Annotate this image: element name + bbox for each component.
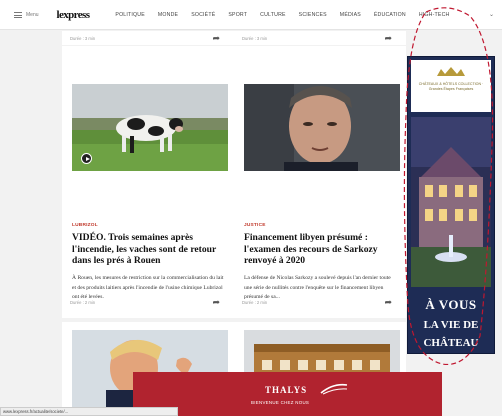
card-top-right: Durée : 3 min ➦ (234, 31, 406, 45)
sarkozy-photo (244, 84, 400, 171)
nav-item-societe[interactable]: SOCIÉTÉ (191, 12, 215, 18)
nav-item-politique[interactable]: POLITIQUE (115, 12, 144, 18)
card-duration: Durée : 3 min (70, 35, 96, 41)
card-duration: Durée : 3 min (242, 35, 268, 41)
menu-label: Menu (26, 11, 39, 18)
article-card-lubrizol[interactable]: LUBRIZOL VIDÉO. Trois semaines après l'i… (62, 46, 234, 318)
thalys-brand: THALYS (265, 385, 308, 395)
article-card-sarkozy[interactable]: JUSTICE Financement libyen présumé : l'e… (234, 46, 406, 318)
share-icon[interactable]: ➦ (384, 297, 392, 307)
play-icon[interactable] (81, 153, 92, 164)
hamburger-icon (14, 11, 22, 18)
site-logo[interactable]: lexpress (57, 9, 90, 21)
nav-item-sciences[interactable]: SCIENCES (299, 12, 327, 18)
nav-item-medias[interactable]: MÉDIAS (340, 12, 361, 18)
dashed-highlight-outline (403, 7, 494, 366)
card-meta-row: Durée : 3 min ➦ (242, 32, 392, 44)
card-meta-row: Durée : 2 min ➦ (242, 296, 392, 308)
cows-photo (72, 84, 228, 171)
thalys-swoosh-icon (320, 383, 348, 395)
share-icon[interactable]: ➦ (212, 297, 220, 307)
article-rubric[interactable]: LUBRIZOL (72, 223, 98, 228)
article-rubric[interactable]: JUSTICE (244, 223, 266, 228)
thalys-banner-ad[interactable]: THALYS BIENVENUE CHEZ NOUS (133, 372, 442, 416)
share-icon[interactable]: ➦ (384, 33, 392, 43)
article-image-sarkozy[interactable] (244, 84, 400, 171)
nav-item-sport[interactable]: SPORT (228, 12, 247, 18)
browser-status-url: www.lexpress.fr/actualite/societe/... (0, 407, 178, 416)
thalys-tagline: BIENVENUE CHEZ NOUS (251, 400, 310, 405)
card-meta-row: Durée : 2 min ➦ (70, 296, 220, 308)
article-headline[interactable]: Financement libyen présumé : l'examen de… (244, 232, 402, 267)
article-headline[interactable]: VIDÉO. Trois semaines après l'incendie, … (72, 232, 230, 267)
card-duration: Durée : 2 min (242, 299, 268, 305)
share-icon[interactable]: ➦ (212, 33, 220, 43)
card-meta-row: Durée : 3 min ➦ (70, 32, 220, 44)
nav-item-culture[interactable]: CULTURE (260, 12, 286, 18)
menu-button[interactable]: Menu (14, 11, 39, 18)
card-duration: Durée : 2 min (70, 299, 96, 305)
nav-item-monde[interactable]: MONDE (158, 12, 178, 18)
article-image-cows[interactable] (72, 84, 228, 171)
card-top-left: Durée : 3 min ➦ (62, 31, 234, 45)
